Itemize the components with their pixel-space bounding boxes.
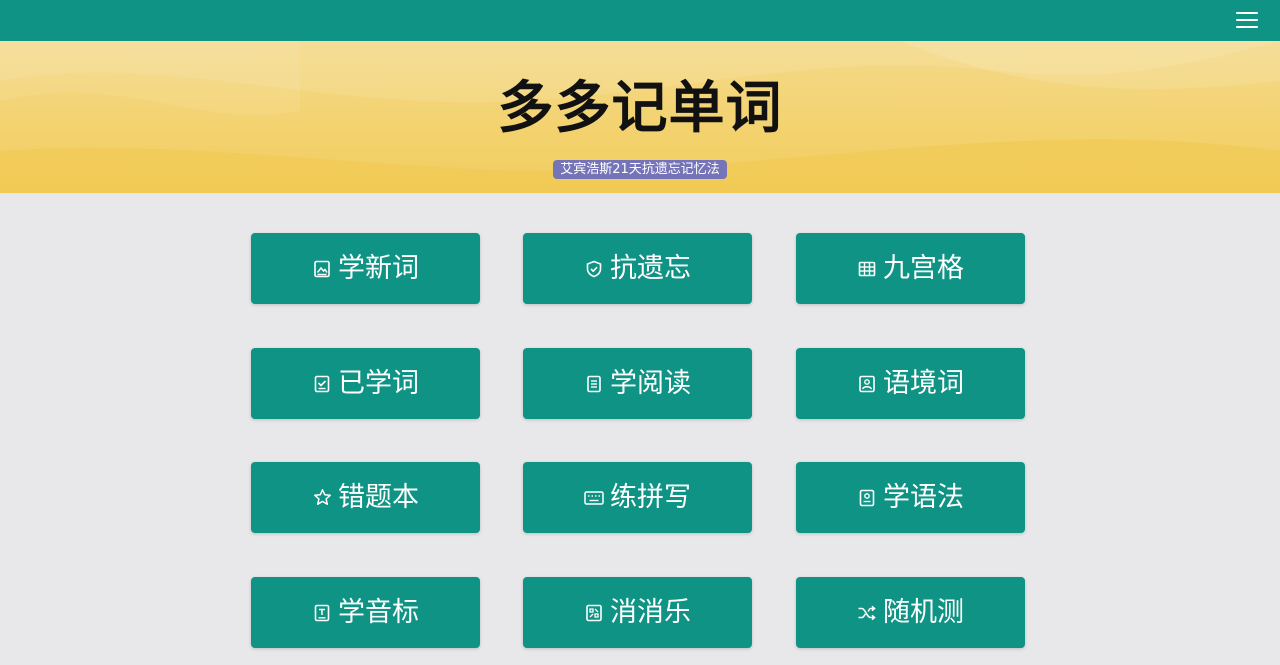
keyboard-icon <box>584 488 604 508</box>
tile-label: 学音标 <box>338 596 419 628</box>
shuffle-icon <box>857 603 877 623</box>
puzzle-icon <box>584 603 604 623</box>
subtitle-badge: 艾宾浩斯21天抗遗忘记忆法 <box>553 160 727 179</box>
tile-label: 随机测 <box>883 596 964 628</box>
document-icon <box>584 374 604 394</box>
tile-label: 练拼写 <box>610 481 691 513</box>
id-card-icon <box>857 488 877 508</box>
tile-label: 学新词 <box>338 252 419 284</box>
tile-label: 学阅读 <box>610 367 691 399</box>
tile-nine-grid[interactable]: 九宫格 <box>796 233 1025 304</box>
tile-match-game[interactable]: 消消乐 <box>523 577 752 648</box>
hamburger-menu-icon[interactable] <box>1236 10 1258 30</box>
shield-icon <box>584 259 604 279</box>
tile-label: 消消乐 <box>610 596 691 628</box>
tile-label: 九宫格 <box>883 252 964 284</box>
tile-context-words[interactable]: 语境词 <box>796 348 1025 419</box>
tile-anti-forgetting[interactable]: 抗遗忘 <box>523 233 752 304</box>
tile-random-test[interactable]: 随机测 <box>796 577 1025 648</box>
tile-mistakes-book[interactable]: 错题本 <box>251 462 480 533</box>
banner: 多多记单词 艾宾浩斯21天抗遗忘记忆法 <box>0 41 1280 193</box>
grid-icon <box>857 259 877 279</box>
image-frame-icon <box>312 259 332 279</box>
app-title: 多多记单词 <box>497 76 783 141</box>
tile-label: 语境词 <box>883 367 964 399</box>
star-icon <box>312 488 332 508</box>
phonetic-card-icon <box>312 603 332 623</box>
tile-label: 抗遗忘 <box>610 252 691 284</box>
tile-reading[interactable]: 学阅读 <box>523 348 752 419</box>
tile-spelling-practice[interactable]: 练拼写 <box>523 462 752 533</box>
picture-icon <box>857 374 877 394</box>
checkbox-icon <box>312 374 332 394</box>
tile-grammar[interactable]: 学语法 <box>796 462 1025 533</box>
tile-learn-new-words[interactable]: 学新词 <box>251 233 480 304</box>
tile-phonetics[interactable]: 学音标 <box>251 577 480 648</box>
tile-label: 学语法 <box>883 481 964 513</box>
tile-learned-words[interactable]: 已学词 <box>251 348 480 419</box>
tile-label: 错题本 <box>338 481 419 513</box>
tile-label: 已学词 <box>338 367 419 399</box>
top-bar <box>0 0 1280 41</box>
